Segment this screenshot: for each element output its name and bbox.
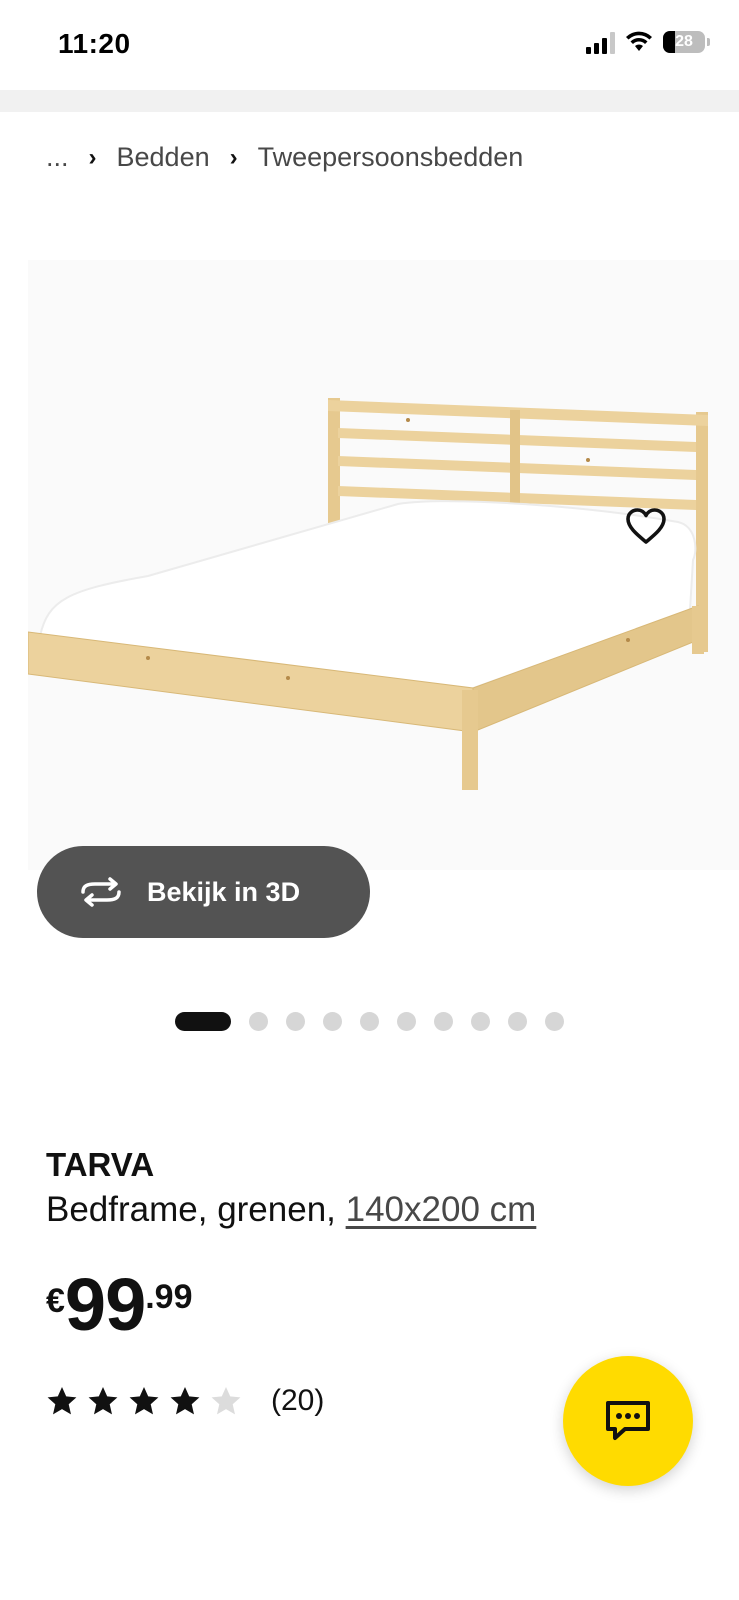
chevron-right-icon: › [229,143,238,171]
battery-level: 28 [675,33,693,50]
star-filled-icon [47,1387,77,1415]
review-count[interactable]: (20) [271,1384,324,1418]
chevron-right-icon: › [88,143,97,171]
product-description: Bedframe, grenen, 140x200 cm [46,1190,536,1230]
pagination-dot[interactable] [545,1012,564,1031]
bed-frame-illustration [14,398,708,790]
chat-button[interactable] [563,1356,693,1486]
product-name: TARVA [46,1146,155,1183]
chat-icon [606,1401,650,1440]
star-filled-icon [170,1387,200,1415]
breadcrumb-item-bedden[interactable]: Bedden [117,142,210,173]
status-icons: 28 [586,30,710,54]
star-filled-icon [129,1387,159,1415]
price-currency: € [46,1282,65,1320]
battery-icon: 28 [663,31,710,53]
product-description-text: Bedframe, grenen, [46,1190,346,1229]
star-filled-icon [88,1387,118,1415]
pagination-dot[interactable] [508,1012,527,1031]
signal-icon [586,30,615,54]
view-3d-label: Bekijk in 3D [147,876,301,907]
pagination-dot[interactable] [286,1012,305,1031]
view-3d-button[interactable]: Bekijk in 3D [37,846,370,938]
product-rating[interactable]: (20) [46,1384,324,1418]
status-bar: 11:20 28 [0,0,739,90]
breadcrumb-item-tweepersoonsbedden[interactable]: Tweepersoonsbedden [258,142,524,173]
breadcrumb-ellipsis[interactable]: ... [46,142,69,173]
pagination-dot[interactable] [323,1012,342,1031]
breadcrumb: ... › Bedden › Tweepersoonsbedden [46,142,523,173]
rating-stars [46,1385,251,1417]
product-image[interactable] [14,260,739,870]
favorite-heart-icon[interactable] [620,500,672,552]
pagination-dot-active[interactable] [175,1012,231,1031]
pagination-dot[interactable] [434,1012,453,1031]
wifi-icon [626,31,652,51]
pagination-dot[interactable] [471,1012,490,1031]
battery-fill [663,31,675,53]
price-decimal: .99 [145,1278,193,1316]
pagination-dot[interactable] [397,1012,416,1031]
product-price: € 99 .99 [46,1268,193,1342]
price-integer: 99 [64,1263,146,1346]
pagination-dot[interactable] [249,1012,268,1031]
pagination-dot[interactable] [360,1012,379,1031]
header-strip [0,90,739,112]
star-empty-icon [211,1387,241,1415]
rotate-3d-icon [81,877,121,907]
gallery-pagination[interactable] [175,1012,564,1031]
size-link[interactable]: 140x200 cm [346,1190,537,1229]
status-time: 11:20 [58,28,131,59]
